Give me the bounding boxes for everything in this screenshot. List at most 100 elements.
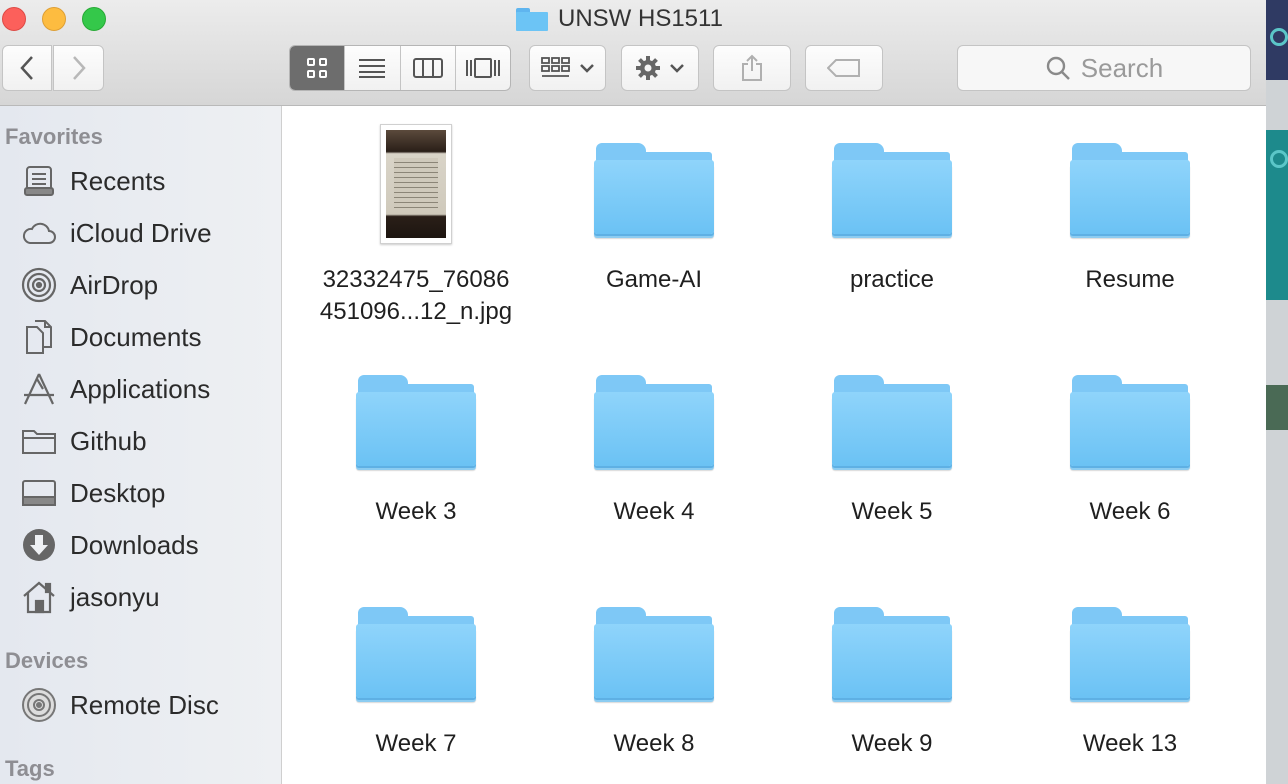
folder-icon [1070, 372, 1190, 470]
folder-label: Week 5 [851, 498, 933, 525]
folder-icon [594, 372, 714, 470]
sidebar-item-recents[interactable]: Recents [20, 161, 165, 201]
window-title-text: UNSW HS1511 [558, 5, 723, 32]
action-button[interactable] [621, 45, 699, 91]
file-label-line: 451096...12_n.jpg [319, 298, 513, 325]
folder-item[interactable]: Resume [1011, 140, 1249, 296]
folder-label: Resume [1085, 266, 1175, 293]
column-view-button[interactable] [401, 46, 456, 90]
recents-icon [20, 162, 58, 200]
cloud-icon [20, 214, 58, 252]
sidebar-item-label: Desktop [70, 477, 166, 508]
maximize-button[interactable] [82, 7, 106, 31]
desktop-app-icon [1270, 28, 1288, 46]
arrange-button[interactable] [529, 45, 606, 91]
sidebar-item-label: jasonyu [70, 581, 160, 612]
sidebar-item-airdrop[interactable]: AirDrop [20, 265, 158, 305]
sidebar-item-label: Applications [70, 373, 211, 404]
search-icon [1046, 56, 1070, 80]
tags-header: Tags [5, 756, 55, 781]
folder-icon [832, 372, 952, 470]
desktop-app-icon [1270, 150, 1288, 168]
forward-button[interactable] [53, 45, 104, 91]
downloads-icon [20, 526, 58, 564]
tag-icon [827, 59, 860, 77]
devices-header: Devices [5, 648, 89, 673]
window-title: UNSW HS1511 [516, 5, 723, 33]
folder-item[interactable]: Week 6 [1011, 372, 1249, 528]
folder-label: Week 3 [375, 498, 457, 525]
desktop-icon [20, 474, 58, 512]
sidebar-item-label: Downloads [70, 529, 199, 560]
sidebar: Favorites Recents iCloud Drive AirDrop D… [0, 106, 282, 784]
sidebar-item-remote-disc[interactable]: Remote Disc [20, 685, 219, 725]
folder-icon [20, 422, 58, 460]
file-grid: 32332475_76086 451096...12_n.jpg Game-AI… [282, 106, 1266, 784]
folder-item[interactable]: Week 5 [773, 372, 1011, 528]
chevron-down-icon [670, 64, 684, 73]
folder-icon [832, 140, 952, 238]
sidebar-item-downloads[interactable]: Downloads [20, 525, 199, 565]
folder-label: Week 8 [613, 730, 695, 757]
search-field[interactable]: Search [957, 45, 1251, 91]
sidebar-item-label: AirDrop [70, 269, 159, 300]
airdrop-icon [20, 266, 58, 304]
sidebar-item-documents[interactable]: Documents [20, 317, 202, 357]
folder-item[interactable]: Game-AI [535, 140, 773, 296]
folder-icon [594, 604, 714, 702]
folder-label: Week 13 [1082, 730, 1178, 757]
tags-button[interactable] [805, 45, 883, 91]
minimize-button[interactable] [42, 7, 66, 31]
folder-icon [516, 7, 548, 31]
chevron-down-icon [579, 64, 594, 73]
folder-label: Week 7 [375, 730, 457, 757]
folder-item[interactable]: Week 7 [297, 604, 535, 760]
chevron-right-icon [72, 56, 86, 80]
folder-label: Game-AI [605, 266, 703, 293]
sidebar-item-desktop[interactable]: Desktop [20, 473, 165, 513]
arrange-icon [540, 57, 570, 77]
file-label-line: 32332475_76086 [322, 266, 510, 293]
sidebar-item-icloud-drive[interactable]: iCloud Drive [20, 213, 212, 253]
icon-view-button[interactable] [290, 46, 346, 90]
finder-window: UNSW HS1511 Search Favorites Recents iCl… [0, 0, 1266, 784]
folder-item[interactable]: Week 4 [535, 372, 773, 528]
folder-item[interactable]: Week 8 [535, 604, 773, 760]
folder-label: Week 6 [1089, 498, 1171, 525]
back-button[interactable] [2, 45, 52, 91]
favorites-header: Favorites [5, 124, 103, 149]
list-icon [359, 59, 386, 78]
cover-flow-button[interactable] [456, 46, 510, 90]
home-icon [20, 578, 58, 616]
sidebar-item-label: Remote Disc [70, 689, 219, 720]
folder-item[interactable]: Week 9 [773, 604, 1011, 760]
folder-icon [832, 604, 952, 702]
sidebar-item-home[interactable]: jasonyu [20, 577, 160, 617]
folder-icon [1070, 140, 1190, 238]
sidebar-item-label: iCloud Drive [70, 217, 212, 248]
folder-icon [1070, 604, 1190, 702]
sidebar-item-applications[interactable]: Applications [20, 369, 210, 409]
columns-icon [412, 58, 443, 78]
folder-label: Week 4 [613, 498, 695, 525]
sidebar-item-label: Recents [70, 165, 166, 196]
folder-item[interactable]: Week 3 [297, 372, 535, 528]
folder-icon [594, 140, 714, 238]
file-item[interactable]: 32332475_76086 451096...12_n.jpg [297, 106, 535, 328]
folder-item[interactable]: practice [773, 140, 1011, 296]
share-button[interactable] [713, 45, 791, 91]
image-thumbnail [380, 124, 452, 244]
desktop-background [1266, 0, 1288, 784]
title-bar: UNSW HS1511 Search [0, 0, 1266, 106]
list-view-button[interactable] [345, 46, 401, 90]
share-icon [742, 54, 762, 81]
documents-icon [20, 318, 58, 356]
view-mode-control [289, 45, 511, 91]
close-button[interactable] [2, 7, 26, 31]
folder-item[interactable]: Week 13 [1011, 604, 1249, 760]
applications-icon [20, 370, 58, 408]
desktop-fragment [1266, 385, 1288, 430]
folder-label: practice [849, 266, 935, 293]
sidebar-item-github[interactable]: Github [20, 421, 147, 461]
grid-icon [307, 58, 328, 78]
